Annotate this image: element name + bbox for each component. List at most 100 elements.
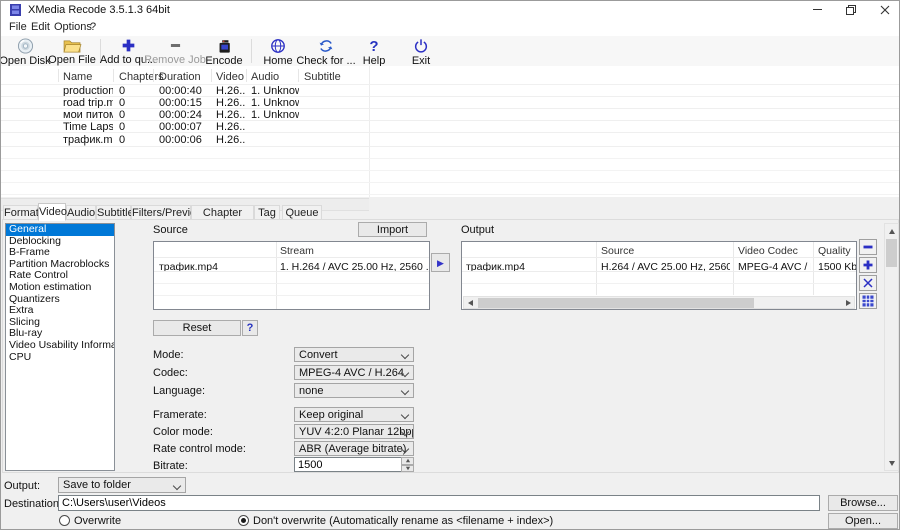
play-preview-button[interactable]: ▶ xyxy=(431,253,450,272)
tab-queue[interactable]: Queue xyxy=(282,205,322,220)
source-label: Source xyxy=(153,224,188,236)
check-updates-button[interactable]: Check for ... xyxy=(303,38,349,64)
chevron-down-icon xyxy=(173,482,181,490)
app-icon xyxy=(9,4,22,16)
table-row-selected[interactable]: трафик.mp4 0 00:00:06 H.26... xyxy=(1,134,369,146)
open-button[interactable]: Open... xyxy=(828,513,898,529)
list-item-bluray[interactable]: Blu-ray xyxy=(6,328,114,340)
help-button[interactable]: ? Help xyxy=(352,38,396,64)
rate-control-value: ABR (Average bitrate) xyxy=(299,443,406,455)
framerate-select[interactable]: Keep original xyxy=(294,407,414,422)
scroll-left-arrow[interactable] xyxy=(468,300,473,306)
codec-select[interactable]: MPEG-4 AVC / H.264 xyxy=(294,365,414,380)
import-button[interactable]: Import xyxy=(358,222,427,237)
home-button[interactable]: Home xyxy=(256,38,300,64)
column-name[interactable]: Name xyxy=(63,71,92,83)
list-item-deblocking[interactable]: Deblocking xyxy=(6,236,114,248)
list-item-extra[interactable]: Extra xyxy=(6,305,114,317)
tab-filters-preview[interactable]: Filters/Preview xyxy=(131,205,191,220)
output-mode-select[interactable]: Save to folder xyxy=(58,477,186,493)
toolbar-separator xyxy=(251,39,252,63)
menu-options[interactable]: Options xyxy=(54,21,92,33)
bitrate-label: Bitrate: xyxy=(153,460,188,472)
output-table[interactable]: Source Video Codec Quality трафик.mp4 H.… xyxy=(461,241,857,310)
disk-icon xyxy=(17,38,34,54)
scroll-up-arrow[interactable] xyxy=(889,229,895,234)
column-duration[interactable]: Duration xyxy=(159,71,201,83)
play-icon: ▶ xyxy=(437,259,444,269)
color-mode-select[interactable]: YUV 4:2:0 Planar 12bpp xyxy=(294,424,414,439)
framerate-value: Keep original xyxy=(299,409,363,421)
browse-button[interactable]: Browse... xyxy=(828,495,898,511)
language-value: none xyxy=(299,385,323,397)
overwrite-label[interactable]: Overwrite xyxy=(74,515,121,527)
scrollbar-thumb[interactable] xyxy=(478,298,754,308)
encode-button[interactable]: Encode xyxy=(202,38,246,64)
scrollbar-thumb[interactable] xyxy=(886,239,897,267)
x-icon xyxy=(862,277,874,289)
app-window: XMedia Recode 3.5.1.3 64bit File Edit Op… xyxy=(0,0,900,530)
output-horizontal-scrollbar[interactable] xyxy=(463,296,855,309)
close-button[interactable] xyxy=(869,1,900,19)
column-subtitle[interactable]: Subtitle xyxy=(304,71,341,83)
column-video[interactable]: Video xyxy=(216,71,244,83)
page-vertical-scrollbar[interactable] xyxy=(884,223,899,471)
list-item-slicing[interactable]: Slicing xyxy=(6,317,114,329)
column-chapters[interactable]: Chapters xyxy=(119,71,164,83)
menu-help[interactable]: ? xyxy=(90,21,96,33)
list-item-vui[interactable]: Video Usability Information xyxy=(6,340,114,352)
tab-format[interactable]: Format xyxy=(3,205,38,220)
output-quality-column: Quality xyxy=(818,245,851,257)
stream-delete-button[interactable] xyxy=(859,275,877,291)
destination-input[interactable] xyxy=(58,495,820,511)
bitrate-spin-up[interactable] xyxy=(401,457,414,465)
rate-control-select[interactable]: ABR (Average bitrate) xyxy=(294,441,414,456)
open-disk-button[interactable]: Open Disk xyxy=(3,38,47,64)
list-item-bframe[interactable]: B-Frame xyxy=(6,247,114,259)
dont-overwrite-label[interactable]: Don't overwrite (Automatically rename as… xyxy=(253,515,553,527)
menu-edit[interactable]: Edit xyxy=(31,21,50,33)
output-mode-label: Output: xyxy=(4,480,40,492)
question-icon: ? xyxy=(369,38,378,54)
language-select[interactable]: none xyxy=(294,383,414,398)
list-item-general[interactable]: General xyxy=(6,224,114,236)
stream-add-button[interactable] xyxy=(859,257,877,273)
open-file-button[interactable]: Open File xyxy=(50,38,94,64)
stream-matrix-button[interactable] xyxy=(859,293,877,309)
stream-remove-button[interactable] xyxy=(859,239,877,255)
remove-job-label: Remove Job xyxy=(144,54,206,66)
tab-subtitle[interactable]: Subtitle xyxy=(96,205,131,220)
dont-overwrite-radio[interactable] xyxy=(238,515,249,526)
list-item-quantizers[interactable]: Quantizers xyxy=(6,294,114,306)
bitrate-spin-down[interactable] xyxy=(401,465,414,473)
reset-button[interactable]: Reset xyxy=(153,320,241,336)
add-stream-icon xyxy=(862,259,874,271)
remove-job-button: Remove Job xyxy=(152,38,198,64)
overwrite-radio[interactable] xyxy=(59,515,70,526)
output-label: Output xyxy=(461,224,494,236)
tab-audio[interactable]: Audio xyxy=(66,205,96,220)
menu-file[interactable]: File xyxy=(9,21,27,33)
source-table[interactable]: Stream трафик.mp4 1. H.264 / AVC 25.00 H… xyxy=(153,241,430,310)
codec-help-button[interactable]: ? xyxy=(242,320,258,336)
plus-icon xyxy=(121,38,136,53)
column-audio[interactable]: Audio xyxy=(251,71,279,83)
rate-control-label: Rate control mode: xyxy=(153,443,246,455)
restore-button[interactable] xyxy=(835,1,867,19)
output-source-column: Source xyxy=(601,245,634,257)
exit-button[interactable]: Exit xyxy=(399,38,443,64)
tab-tag[interactable]: Tag xyxy=(254,205,280,220)
mode-select[interactable]: Convert xyxy=(294,347,414,362)
minimize-button[interactable] xyxy=(801,1,833,19)
window-title: XMedia Recode 3.5.1.3 64bit xyxy=(28,4,170,16)
list-item-partition[interactable]: Partition Macroblocks xyxy=(6,259,114,271)
list-item-rate-control[interactable]: Rate Control xyxy=(6,270,114,282)
tab-video[interactable]: Video xyxy=(38,203,66,221)
scroll-right-arrow[interactable] xyxy=(846,300,851,306)
bitrate-input[interactable] xyxy=(294,457,402,472)
refresh-icon xyxy=(318,38,334,54)
scroll-down-arrow[interactable] xyxy=(889,461,895,466)
list-item-motion[interactable]: Motion estimation xyxy=(6,282,114,294)
tab-chapter-editor[interactable]: Chapter Editor xyxy=(191,205,254,220)
list-item-cpu[interactable]: CPU xyxy=(6,352,114,364)
